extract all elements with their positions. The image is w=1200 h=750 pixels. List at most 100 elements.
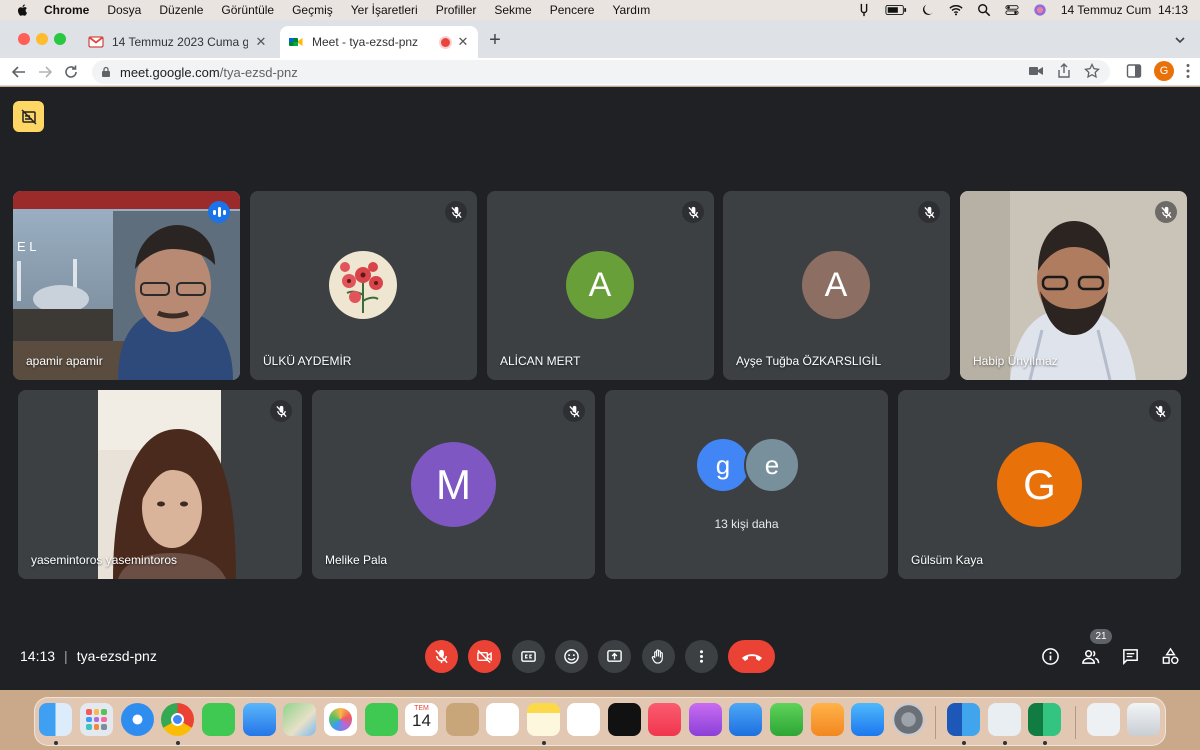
menu-view[interactable]: Görüntüle (221, 3, 274, 17)
chrome-icon[interactable] (161, 703, 194, 736)
closed-captions-icon (521, 651, 536, 662)
menu-profiles[interactable]: Profiller (436, 3, 477, 17)
reactions-button[interactable] (555, 640, 588, 673)
moon-icon[interactable] (921, 3, 935, 17)
reminders-icon[interactable] (486, 703, 519, 736)
meeting-details-button[interactable] (1039, 645, 1061, 667)
menubar-datetime[interactable]: 14 Temmuz Cum 14:13 (1061, 3, 1188, 17)
trash-icon[interactable] (1127, 703, 1160, 736)
tab-close-icon[interactable]: ✕ (456, 35, 470, 49)
mic-off-icon (435, 649, 448, 664)
apple-icon[interactable] (16, 3, 30, 17)
tuning-fork-icon[interactable] (857, 3, 871, 17)
facetime-icon[interactable] (365, 703, 398, 736)
tab-search-icon[interactable] (1172, 32, 1188, 48)
chrome-menu-icon[interactable] (1186, 63, 1190, 79)
pages-icon[interactable] (811, 703, 844, 736)
tab-meet[interactable]: Meet - tya-ezsd-pnz ✕ (280, 26, 478, 58)
people-button[interactable] (1079, 645, 1101, 667)
word-icon[interactable] (947, 703, 980, 736)
chrome-tab-strip: 14 Temmuz 2023 Cuma günü saat ✕ Meet - t… (0, 20, 1200, 58)
menu-window[interactable]: Pencere (550, 3, 595, 17)
toolbar-right: G (1126, 61, 1190, 81)
menu-app-name[interactable]: Chrome (44, 3, 89, 17)
share-icon[interactable] (1056, 63, 1072, 79)
address-bar[interactable]: meet.google.com/tya-ezsd-pnz (92, 60, 1110, 84)
bookmark-star-icon[interactable] (1084, 63, 1100, 79)
captions-button[interactable] (512, 640, 545, 673)
battery-icon[interactable] (885, 3, 907, 17)
muted-mic-icon (445, 201, 467, 223)
captions-off-badge[interactable] (13, 101, 44, 132)
camera-off-icon (477, 649, 492, 664)
menu-bookmarks[interactable]: Yer İşaretleri (351, 3, 418, 17)
safari-icon[interactable] (121, 703, 154, 736)
leave-call-button[interactable] (728, 640, 775, 673)
mail-icon[interactable] (243, 703, 276, 736)
maps-icon[interactable] (283, 703, 316, 736)
excel-icon[interactable] (1028, 703, 1061, 736)
menu-edit[interactable]: Düzenle (159, 3, 203, 17)
present-screen-button[interactable] (598, 640, 631, 673)
url-host: meet.google.com (120, 64, 220, 80)
reload-icon[interactable] (62, 63, 80, 81)
participant-tile-ayse[interactable]: A Ayşe Tuğba ÖZKARSLIGİL (723, 191, 950, 380)
tab-gmail[interactable]: 14 Temmuz 2023 Cuma günü saat ✕ (80, 26, 276, 58)
window-minimize-button[interactable] (36, 33, 48, 45)
system-settings-icon[interactable] (892, 703, 925, 736)
forward-arrow-icon[interactable] (36, 63, 54, 81)
back-arrow-icon[interactable] (10, 63, 28, 81)
photos-icon[interactable] (324, 703, 357, 736)
side-panel-icon[interactable] (1126, 63, 1142, 79)
music-icon[interactable] (648, 703, 681, 736)
microphone-toggle-button[interactable] (425, 640, 458, 673)
notes-icon[interactable] (527, 703, 560, 736)
lock-icon[interactable] (100, 66, 112, 78)
freeform-icon[interactable] (567, 703, 600, 736)
menu-file[interactable]: Dosya (107, 3, 141, 17)
camera-toggle-button[interactable] (468, 640, 501, 673)
participant-tile-yasemintoros[interactable]: yasemintoros yasemintoros (18, 390, 302, 579)
tab-close-icon[interactable]: ✕ (254, 35, 268, 49)
window-zoom-button[interactable] (54, 33, 66, 45)
participant-tile-apamir[interactable]: E L apamir apamir (13, 191, 240, 380)
profile-avatar[interactable]: G (1154, 61, 1174, 81)
participant-tile-habip[interactable]: Habip Ünyılmaz (960, 191, 1187, 380)
raise-hand-button[interactable] (642, 640, 675, 673)
wifi-icon[interactable] (949, 3, 963, 17)
chat-button[interactable] (1119, 645, 1141, 667)
activities-button[interactable] (1159, 645, 1181, 667)
more-options-button[interactable] (685, 640, 718, 673)
others-tile[interactable]: g e 13 kişi daha (605, 390, 888, 579)
preview-icon[interactable] (988, 703, 1021, 736)
messages-icon[interactable] (202, 703, 235, 736)
people-icon (1081, 649, 1099, 664)
numbers-icon[interactable] (770, 703, 803, 736)
hang-up-phone-icon (741, 653, 762, 661)
podcasts-icon[interactable] (689, 703, 722, 736)
control-center-icon[interactable] (1005, 3, 1019, 17)
window-close-button[interactable] (18, 33, 30, 45)
launchpad-icon[interactable] (80, 703, 113, 736)
keynote-icon[interactable] (729, 703, 762, 736)
camera-in-use-icon[interactable] (1028, 63, 1044, 79)
new-tab-button[interactable]: + (486, 30, 504, 50)
menu-history[interactable]: Geçmiş (292, 3, 333, 17)
downloads-folder-icon[interactable] (1087, 703, 1120, 736)
participant-tile-gulsum[interactable]: G Gülsüm Kaya (898, 390, 1181, 579)
apple-tv-icon[interactable] (608, 703, 641, 736)
siri-icon[interactable] (1033, 3, 1047, 17)
finder-icon[interactable] (39, 703, 72, 736)
participant-tile-ulku[interactable]: ÜLKÜ AYDEMİR (250, 191, 477, 380)
meeting-time: 14:13 (20, 648, 56, 664)
participant-tile-alican[interactable]: A ALİCAN MERT (487, 191, 714, 380)
menu-tab[interactable]: Sekme (494, 3, 531, 17)
calendar-icon[interactable]: TEM 14 (405, 703, 438, 736)
participant-tile-melike[interactable]: M Melike Pala (312, 390, 595, 579)
spotlight-search-icon[interactable] (977, 3, 991, 17)
app-store-icon[interactable] (851, 703, 884, 736)
participant-name: Habip Ünyılmaz (973, 354, 1058, 368)
contacts-icon[interactable] (446, 703, 479, 736)
participant-video (960, 191, 1187, 380)
menu-help[interactable]: Yardım (612, 3, 650, 17)
